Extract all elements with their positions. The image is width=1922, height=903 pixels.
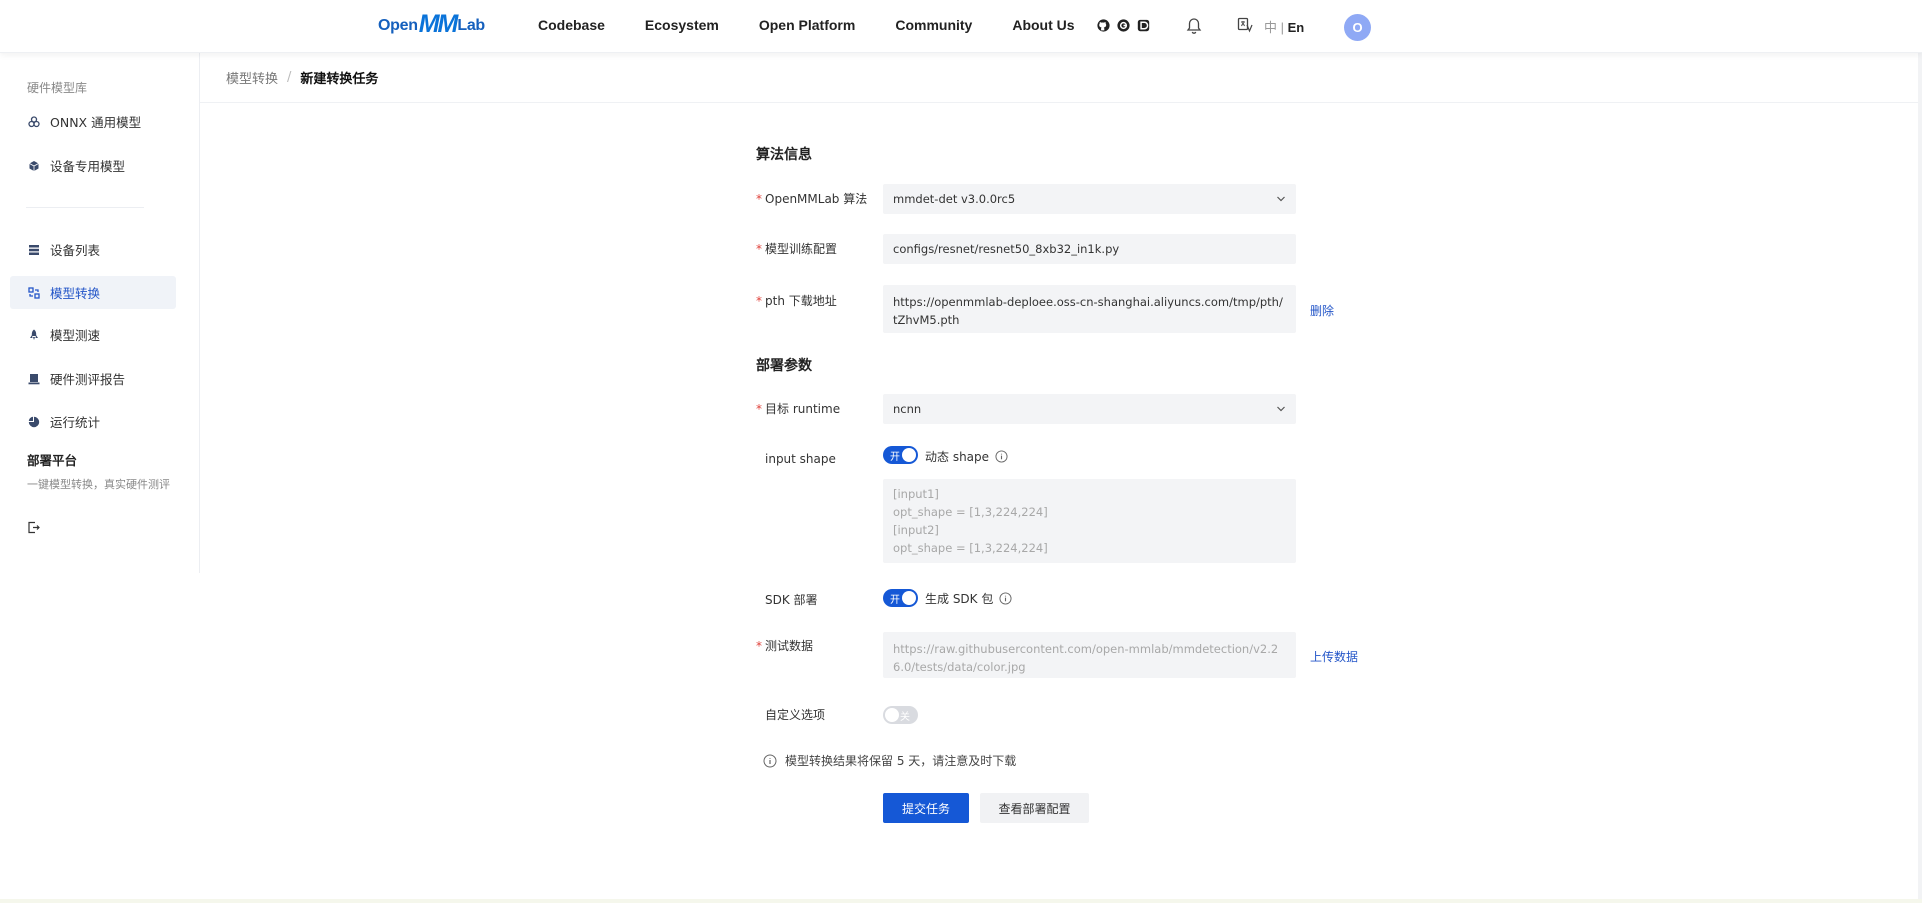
input-shape-label: input shape [765, 452, 836, 466]
discord-icon[interactable] [1136, 18, 1150, 32]
translate-icon[interactable] [1237, 17, 1253, 33]
runtime-label: * 目标 runtime [756, 402, 841, 416]
chevron-down-icon [1277, 406, 1285, 412]
openmmlab-logo[interactable]: Open MM Lab [378, 10, 485, 40]
sidebar-item-onnx-models[interactable]: ONNX 通用模型 [10, 105, 176, 138]
algo-label: * OpenMMLab 算法 [756, 192, 868, 206]
custom-options-label: 自定义选项 [765, 708, 826, 722]
section-title-algo: 算法信息 [756, 147, 812, 163]
config-input[interactable]: configs/resnet/resnet50_8xb32_in1k.py [883, 234, 1296, 264]
platform-tagline: 一键模型转换，真实硬件测评 [27, 478, 170, 491]
submit-task-button[interactable]: 提交任务 [883, 793, 969, 823]
language-switch[interactable]: 中 | En [1264, 17, 1304, 36]
bottom-edge [0, 899, 1922, 903]
config-label: * 模型训练配置 [756, 242, 838, 256]
nav-community[interactable]: Community [895, 17, 972, 33]
info-icon[interactable] [999, 592, 1012, 605]
sidebar-item-model-convert[interactable]: 模型转换 [10, 276, 176, 309]
pth-label: * pth 下载地址 [756, 294, 837, 308]
breadcrumb-parent[interactable]: 模型转换 [226, 68, 278, 87]
nav-about-us[interactable]: About Us [1012, 17, 1074, 33]
sdk-toggle[interactable]: 开 [883, 589, 918, 607]
breadcrumb-current: 新建转换任务 [300, 72, 379, 87]
sidebar-item-label: 设备专用模型 [50, 159, 126, 174]
rocket-icon [28, 329, 40, 341]
sidebar-divider [26, 207, 144, 208]
logout-icon[interactable] [27, 519, 40, 534]
top-navigation: Open MM Lab Codebase Ecosystem Open Platfo… [0, 0, 1922, 53]
chevron-down-icon [1277, 196, 1285, 202]
sidebar-item-label: 运行统计 [50, 415, 101, 430]
nav-codebase[interactable]: Codebase [538, 17, 605, 33]
sidebar-item-device-models[interactable]: 设备专用模型 [10, 149, 176, 182]
nav-ecosystem[interactable]: Ecosystem [645, 17, 719, 33]
list-icon [28, 244, 40, 256]
platform-brand: 部署平台 [27, 453, 78, 468]
section-title-deploy: 部署参数 [756, 358, 812, 374]
breadcrumb-separator: / [287, 70, 292, 85]
view-config-button[interactable]: 查看部署配置 [980, 793, 1089, 823]
pie-chart-icon [28, 416, 40, 428]
cube-icon [28, 160, 40, 172]
sidebar-item-label: 硬件测评报告 [50, 372, 126, 387]
sdk-toggle-text: 生成 SDK 包 [925, 590, 1012, 607]
test-data-input[interactable]: https://raw.githubusercontent.com/open-m… [883, 632, 1296, 678]
sidebar-item-label: 模型测速 [50, 328, 101, 343]
sidebar-group-title: 硬件模型库 [27, 81, 88, 95]
nav-open-platform[interactable]: Open Platform [759, 17, 855, 33]
sidebar-item-label: 设备列表 [50, 243, 101, 258]
sidebar-item-hardware-report[interactable]: 硬件测评报告 [10, 362, 176, 395]
sidebar: 硬件模型库 ONNX 通用模型 设备专用模型 设备列表 模型转换 模型测速 硬件… [0, 53, 200, 573]
sidebar-item-model-speed[interactable]: 模型测速 [10, 318, 176, 351]
algo-select[interactable]: mmdet-det v3.0.0rc5 [883, 184, 1296, 214]
pth-delete-link[interactable]: 删除 [1310, 302, 1334, 319]
social-icons [1096, 18, 1156, 32]
info-icon[interactable] [995, 450, 1008, 463]
convert-icon [28, 286, 40, 299]
sidebar-item-label: 模型转换 [50, 286, 101, 301]
main-nav: Codebase Ecosystem Open Platform Communi… [538, 17, 1115, 33]
sdk-label: SDK 部署 [765, 593, 818, 607]
test-data-label: * 测试数据 [756, 639, 814, 653]
sidebar-item-device-list[interactable]: 设备列表 [10, 233, 176, 266]
breadcrumb: 模型转换 / 新建转换任务 [200, 53, 1922, 103]
dynamic-shape-text: 动态 shape [925, 448, 1008, 465]
bell-icon[interactable] [1186, 17, 1202, 35]
dynamic-shape-toggle[interactable]: 开 [883, 446, 918, 464]
pth-url-input[interactable]: https://openmmlab-deploee.oss-cn-shangha… [883, 285, 1296, 333]
retention-notice: 模型转换结果将保留 5 天，请注意及时下载 [763, 752, 1016, 769]
input-shape-textarea[interactable]: [input1] opt_shape = [1,3,224,224] [inpu… [883, 479, 1296, 563]
avatar[interactable]: O [1344, 14, 1371, 41]
upload-data-link[interactable]: 上传数据 [1310, 648, 1358, 665]
sidebar-item-run-stats[interactable]: 运行统计 [10, 405, 176, 438]
sidebar-item-label: ONNX 通用模型 [50, 115, 142, 130]
onnx-icon [28, 115, 40, 128]
runtime-select[interactable]: ncnn [883, 394, 1296, 424]
scrollbar[interactable] [1918, 0, 1922, 903]
info-icon [763, 754, 777, 767]
github-icon[interactable] [1096, 18, 1110, 32]
report-icon [28, 373, 40, 385]
opencompass-icon[interactable] [1116, 18, 1130, 32]
custom-options-toggle[interactable]: 关 [883, 706, 918, 724]
